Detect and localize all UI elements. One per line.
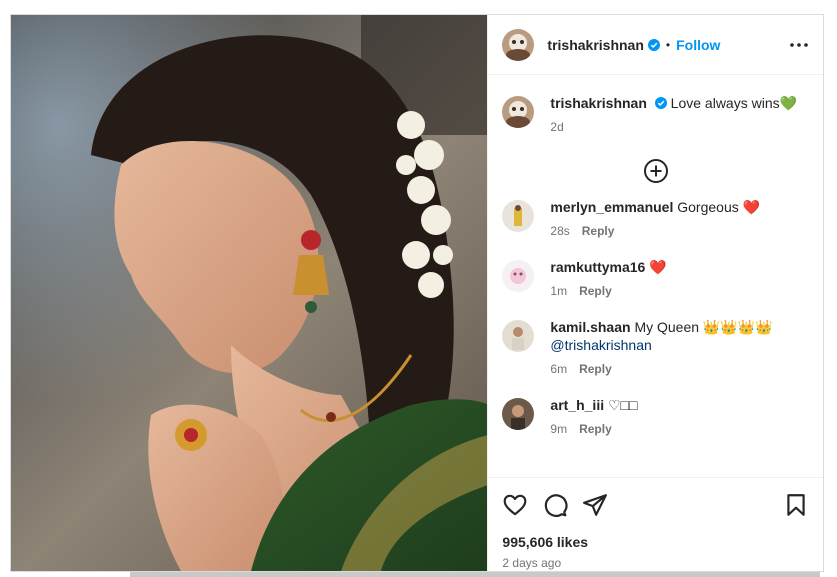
comment-age: 1m [550,284,568,298]
comment-row: merlyn_emmanuel Gorgeous ❤️ 28s Reply [502,198,809,240]
commenter-avatar[interactable] [502,398,535,430]
comment-row: ramkuttyma16 ❤️ 1m Reply [502,258,809,300]
post-dialog: trishakrishnan • Follow trishakrishnan L… [10,14,824,572]
more-options-icon[interactable] [789,35,809,55]
comment-username[interactable]: kamil.shaan [550,319,630,335]
bookmark-icon[interactable] [783,492,809,518]
comment-text: ❤️ [649,259,667,275]
comment-age: 28s [550,224,570,238]
reply-button[interactable]: Reply [579,284,612,298]
share-icon[interactable] [582,492,608,518]
caption-age: 2d [550,120,564,134]
comment-icon[interactable] [542,492,568,518]
portrait-illustration [11,15,488,571]
comment-age: 6m [550,362,568,376]
verified-badge-icon [654,97,667,109]
post-side-panel: trishakrishnan • Follow trishakrishnan L… [487,15,823,571]
comment-username[interactable]: ramkuttyma16 [550,259,645,275]
horizontal-scrollbar[interactable] [130,572,820,577]
caption-username[interactable]: trishakrishnan [550,95,646,111]
commenter-avatar[interactable] [502,200,535,232]
comment-mention[interactable]: @trishakrishnan [550,337,651,353]
reply-button[interactable]: Reply [582,224,615,238]
caption-text: Love always wins💚 [670,95,798,111]
post-actions: 995,606 likes 2 days ago [488,477,823,570]
commenter-avatar[interactable] [502,320,535,352]
verified-badge-icon [647,38,660,51]
author-avatar[interactable] [502,28,535,61]
post-header: trishakrishnan • Follow [488,15,823,75]
comment-username[interactable]: art_h_iii [550,397,604,413]
reply-button[interactable]: Reply [579,422,612,436]
comment-row: art_h_iii ♡□□ 9m Reply [502,396,809,438]
comment-age: 9m [550,422,568,436]
likes-count[interactable]: 995,606 likes [502,534,809,550]
author-username[interactable]: trishakrishnan [547,37,643,53]
comment-text: ♡□□ [608,397,638,413]
caption-row: trishakrishnan Love always wins💚 2d [502,94,809,136]
caption-avatar[interactable] [502,96,535,128]
load-more-comments [502,158,809,184]
post-photo[interactable] [11,15,488,571]
comments-list[interactable]: trishakrishnan Love always wins💚 2d merl… [488,76,823,476]
heart-icon[interactable] [502,492,528,518]
follow-button[interactable]: Follow [676,37,720,53]
commenter-avatar[interactable] [502,260,535,292]
comment-text: Gorgeous ❤️ [677,199,761,215]
comment-row: kamil.shaan My Queen 👑👑👑👑 @trishakrishna… [502,318,809,378]
separator-dot: • [665,37,671,52]
post-date: 2 days ago [502,556,562,570]
reply-button[interactable]: Reply [579,362,612,376]
comment-username[interactable]: merlyn_emmanuel [550,199,673,215]
plus-circle-icon[interactable] [643,158,669,184]
comment-text: My Queen 👑👑👑👑 [634,319,773,335]
